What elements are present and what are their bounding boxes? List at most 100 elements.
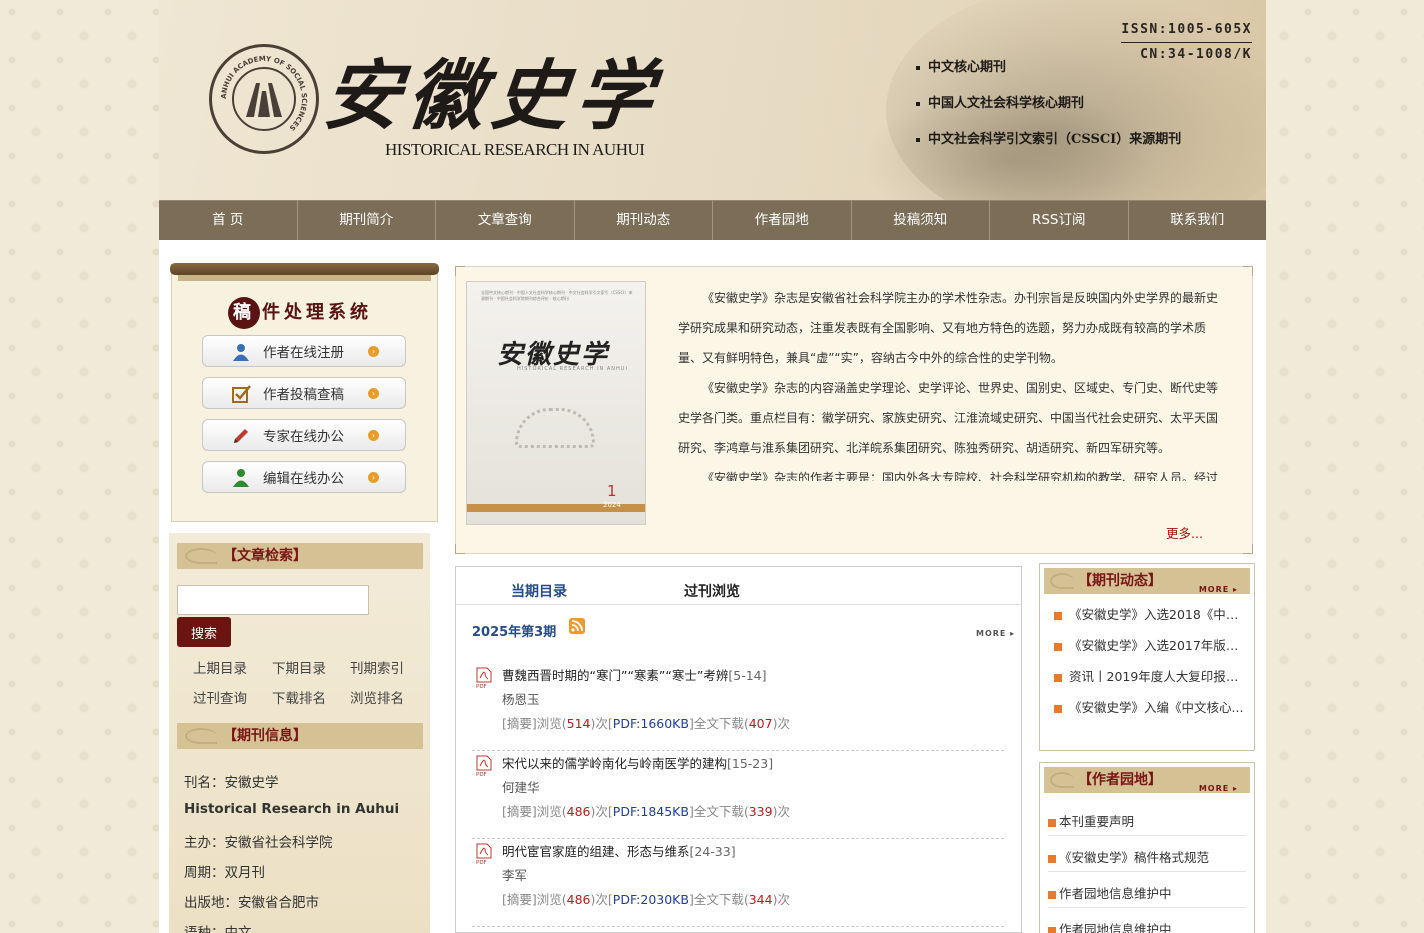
abstract-link[interactable]: [摘要]浏览( xyxy=(502,804,567,819)
bullet-icon xyxy=(1054,673,1062,682)
bullet-icon xyxy=(1048,854,1056,863)
nav-journal-news[interactable]: 期刊动态 xyxy=(575,200,713,240)
news-item[interactable]: 《安徽史学》入选2017年版《... xyxy=(1054,635,1246,654)
core-item: 中国人文社会科学核心期刊 xyxy=(916,94,1181,130)
seal-ring-text: ANHUI ACADEMY OF SOCIAL SCIENCES xyxy=(220,55,308,132)
cloud-ornament-icon xyxy=(185,548,217,564)
author-garden-item[interactable]: 作者园地信息维护中 xyxy=(1048,919,1240,933)
article-author[interactable]: 李军 xyxy=(502,865,527,884)
cover-year: 2024 xyxy=(603,501,621,509)
news-item[interactable]: 《安徽史学》入选2018《中国... xyxy=(1054,604,1246,623)
article-author[interactable]: 何建华 xyxy=(502,777,540,796)
cloud-ornament-icon xyxy=(1050,772,1074,788)
arrow-icon: › xyxy=(368,388,379,399)
corner-ornament xyxy=(1243,266,1253,276)
nav-rss[interactable]: RSS订阅 xyxy=(990,200,1129,240)
intro-more-link[interactable]: 更多... xyxy=(1166,523,1203,542)
article-title[interactable]: 宋代以来的儒学岭南化与岭南医学的建构[15-23] xyxy=(502,753,773,772)
article-stats: [摘要]浏览(486)次[PDF:2030KB]全文下载(344)次 xyxy=(502,892,790,907)
author-garden-item[interactable]: 《安徽史学》稿件格式规范 xyxy=(1048,847,1240,866)
search-input[interactable] xyxy=(177,585,369,615)
user-icon xyxy=(233,344,249,361)
corner-ornament xyxy=(1243,544,1253,554)
author-register-button[interactable]: 作者在线注册 › xyxy=(202,335,406,367)
author-garden-item[interactable]: 作者园地信息维护中 xyxy=(1048,883,1240,902)
pdf-icon[interactable]: PDF xyxy=(476,755,492,777)
pdf-link[interactable]: PDF:1845KB xyxy=(613,804,689,819)
info-place: 出版地：安徽省合肥市 xyxy=(184,895,319,911)
issue-heading: 2025年第3期 xyxy=(472,625,557,640)
news-item[interactable]: 资讯丨2019年度人大复印报刊... xyxy=(1054,666,1246,685)
editor-office-button[interactable]: 编辑在线办公 › xyxy=(202,461,406,493)
rss-icon[interactable] xyxy=(569,618,585,634)
corner-ornament xyxy=(455,266,465,276)
pdf-icon[interactable]: PDF xyxy=(476,843,492,865)
article-item: PDF 宋代以来的儒学岭南化与岭南医学的建构[15-23] 何建华 [摘要]浏览… xyxy=(472,751,1004,839)
article-stats: [摘要]浏览(486)次[PDF:1845KB]全文下载(339)次 xyxy=(502,804,790,819)
author-garden-panel: 【作者园地】 MORE ▸ 本刊重要声明 《安徽史学》稿件格式规范 作者园地信息维… xyxy=(1039,762,1255,933)
info-sponsor: 主办：安徽省社会科学院 xyxy=(184,835,333,851)
svg-text:ANHUI ACADEMY OF SOCIAL SCIENC: ANHUI ACADEMY OF SOCIAL SCIENCES xyxy=(220,55,308,132)
logo-english: HISTORICAL RESEARCH IN AUHUI xyxy=(385,140,645,159)
nav-journal-intro[interactable]: 期刊简介 xyxy=(298,200,436,240)
bullet-icon xyxy=(1048,818,1056,827)
expert-office-button[interactable]: 专家在线办公 › xyxy=(202,419,406,451)
svg-text:PDF: PDF xyxy=(476,860,487,865)
journal-info-heading: 【期刊信息】 xyxy=(177,723,423,749)
users-icon xyxy=(233,469,249,487)
author-garden-more-link[interactable]: MORE ▸ xyxy=(1199,776,1238,802)
nav-home[interactable]: 首 页 xyxy=(159,200,298,240)
main-nav: 首 页 期刊简介 文章查询 期刊动态 作者园地 投稿须知 RSS订阅 联系我们 xyxy=(159,200,1266,240)
bullet-icon xyxy=(1054,642,1062,651)
cover-top-text: 全国中文核心期刊 · 中国人文社会科学核心期刊 · 中文社会科学引文索引（CSS… xyxy=(481,290,633,301)
article-item: PDF 明代宦官家庭的组建、形态与维系[24-33] 李军 [摘要]浏览(486… xyxy=(472,839,1004,927)
core-journal-list: 中文核心期刊 中国人文社会科学核心期刊 中文社会科学引文索引（CSSCI）来源期… xyxy=(916,58,1181,166)
search-button[interactable]: 搜索 xyxy=(177,617,231,647)
left-info-panel: 【文章检索】 搜索 上期目录 下期目录 刊期索引 过刊查询 下载排名 浏览排名 … xyxy=(169,533,430,933)
site-header: ANHUI ACADEMY OF SOCIAL SCIENCES 安徽史学 HI… xyxy=(159,0,1266,200)
tab-past-issues[interactable]: 过刊浏览 xyxy=(684,581,740,601)
issue-index-link[interactable]: 刊期索引 xyxy=(350,657,404,677)
pdf-icon[interactable]: PDF xyxy=(476,667,492,689)
author-garden-item[interactable]: 本刊重要声明 xyxy=(1048,811,1240,830)
core-item: 中文社会科学引文索引（CSSCI）来源期刊 xyxy=(916,130,1181,166)
prev-issue-link[interactable]: 上期目录 xyxy=(193,657,247,677)
info-language: 语种：中文 xyxy=(184,925,252,933)
academy-seal-logo: ANHUI ACADEMY OF SOCIAL SCIENCES xyxy=(209,44,319,154)
divider xyxy=(1048,835,1246,836)
article-title[interactable]: 曹魏西晋时期的“寒门”“寒素”“寒士”考辨[5-14] xyxy=(502,665,766,684)
scroll-rod xyxy=(170,263,439,275)
pdf-link[interactable]: PDF:1660KB xyxy=(613,716,689,731)
article-author[interactable]: 杨恩玉 xyxy=(502,689,540,708)
cloud-ornament-icon xyxy=(185,728,217,744)
scroll-rod-shadow xyxy=(178,275,431,281)
bullet-icon xyxy=(1054,611,1062,620)
nav-submission-guide[interactable]: 投稿须知 xyxy=(852,200,990,240)
past-issue-query-link[interactable]: 过刊查询 xyxy=(193,687,247,707)
view-rank-link[interactable]: 浏览排名 xyxy=(350,687,404,707)
article-search-heading: 【文章检索】 xyxy=(177,543,423,569)
news-item[interactable]: 《安徽史学》入编《中文核心... xyxy=(1054,697,1246,716)
download-rank-link[interactable]: 下载排名 xyxy=(272,687,326,707)
article-title[interactable]: 明代宦官家庭的组建、形态与维系[24-33] xyxy=(502,841,736,860)
journal-news-heading: 【期刊动态】 MORE ▸ xyxy=(1044,568,1250,594)
abstract-link[interactable]: [摘要]浏览( xyxy=(502,892,567,907)
news-more-link[interactable]: MORE ▸ xyxy=(1199,577,1238,603)
issue-more-link[interactable]: MORE ▸ xyxy=(976,629,1015,638)
tab-current-issue[interactable]: 当期目录 xyxy=(511,581,567,601)
abstract-link[interactable]: [摘要]浏览( xyxy=(502,716,567,731)
journal-cover-image[interactable]: 全国中文核心期刊 · 中国人文社会科学核心期刊 · 中文社会科学引文索引（CSS… xyxy=(466,281,646,525)
author-submit-button[interactable]: 作者投稿查稿 › xyxy=(202,377,406,409)
submission-system-title: 稿件处理系统 xyxy=(228,297,372,329)
nav-author-garden[interactable]: 作者园地 xyxy=(713,200,852,240)
arrow-icon: › xyxy=(368,472,379,483)
cloud-ornament-icon xyxy=(1050,573,1074,589)
logo-chinese: 安徽史学 xyxy=(319,51,665,140)
nav-contact[interactable]: 联系我们 xyxy=(1129,200,1267,240)
cover-ornament xyxy=(515,408,595,448)
nav-article-search[interactable]: 文章查询 xyxy=(436,200,575,240)
next-issue-link[interactable]: 下期目录 xyxy=(272,657,326,677)
pdf-link[interactable]: PDF:2030KB xyxy=(613,892,689,907)
journal-intro-panel: 全国中文核心期刊 · 中国人文社会科学核心期刊 · 中文社会科学引文索引（CSS… xyxy=(455,266,1253,554)
intro-paragraph: 《安徽史学》杂志的作者主要是：国内外各大专院校、社会科学研究机构的教学、研究人员… xyxy=(702,471,1219,481)
